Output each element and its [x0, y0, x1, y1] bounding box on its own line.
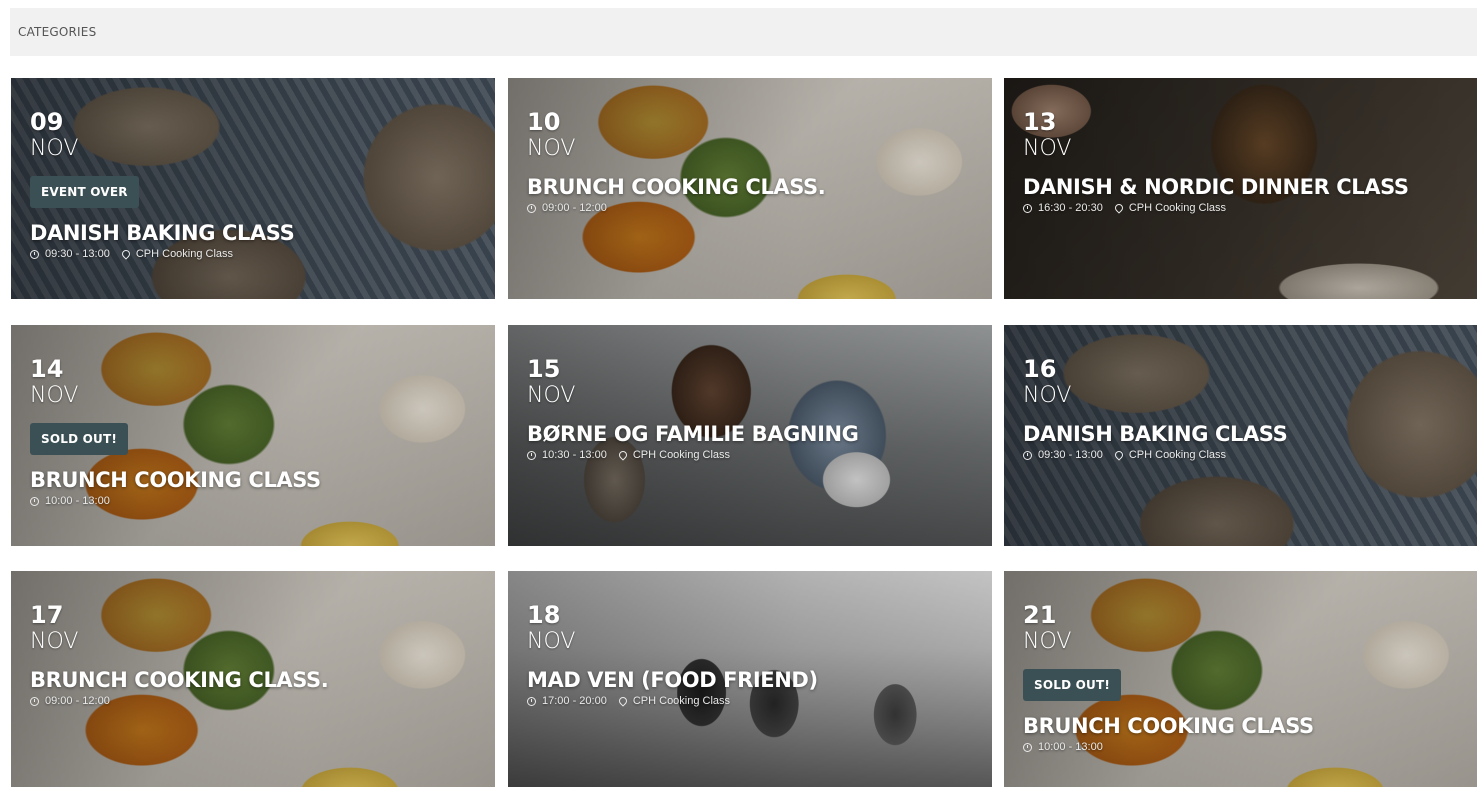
event-info: 14 NOV SOLD OUT! BRUNCH COOKING CLASS 10:00 …	[30, 355, 321, 507]
clock-icon	[527, 203, 536, 213]
location-pin-icon	[617, 449, 629, 461]
event-title[interactable]: BRUNCH COOKING CLASS	[30, 467, 321, 493]
event-month: NOV	[527, 629, 576, 654]
event-day: 18	[527, 601, 561, 629]
categories-label: CATEGORIES	[18, 25, 97, 39]
event-time: 10:30 - 13:00	[542, 449, 607, 461]
event-info: 09 NOV EVENT OVER DANISH BAKING CLASS 09:30 …	[30, 108, 295, 260]
event-day: 15	[527, 355, 561, 383]
event-title[interactable]: BRUNCH COOKING CLASS.	[30, 667, 329, 693]
event-day: 14	[30, 355, 64, 383]
event-info: 21 NOV SOLD OUT! BRUNCH COOKING CLASS 10:00 …	[1023, 601, 1314, 753]
event-time: 09:30 - 13:00	[1038, 449, 1103, 461]
event-title[interactable]: BRUNCH COOKING CLASS	[1023, 713, 1314, 739]
event-day: 09	[30, 108, 64, 136]
event-card[interactable]: 10 NOV BRUNCH COOKING CLASS. 09:00 - 12:00	[508, 78, 992, 299]
event-time: 10:00 - 13:00	[1038, 741, 1103, 753]
event-month: NOV	[1023, 383, 1072, 408]
clock-icon	[527, 696, 536, 706]
event-info: 15 NOV BØRNE OG FAMILIE BAGNING 10:30 - 13:…	[527, 355, 859, 461]
event-time: 16:30 - 20:30	[1038, 202, 1103, 214]
event-month: NOV	[1023, 629, 1072, 654]
event-info: 16 NOV DANISH BAKING CLASS 09:30 - 13:00 CPH…	[1023, 355, 1288, 461]
event-card[interactable]: 13 NOV DANISH & NORDIC DINNER CLASS 16:30 -…	[1004, 78, 1477, 299]
event-title[interactable]: BRUNCH COOKING CLASS.	[527, 174, 826, 200]
event-time: 09:30 - 13:00	[45, 248, 110, 260]
event-title[interactable]: BØRNE OG FAMILIE BAGNING	[527, 421, 859, 447]
clock-icon	[30, 496, 39, 506]
clock-icon	[1023, 203, 1032, 213]
status-badge: SOLD OUT!	[1023, 669, 1122, 701]
status-badge: SOLD OUT!	[30, 423, 129, 455]
event-meta: 17:00 - 20:00 CPH Cooking Class	[527, 695, 818, 707]
event-title[interactable]: DANISH BAKING CLASS	[30, 220, 295, 246]
clock-icon	[30, 249, 39, 259]
event-month: NOV	[527, 383, 576, 408]
event-month: NOV	[30, 383, 79, 408]
event-info: 13 NOV DANISH & NORDIC DINNER CLASS 16:30 -…	[1023, 108, 1409, 214]
event-title[interactable]: DANISH BAKING CLASS	[1023, 421, 1288, 447]
event-day: 17	[30, 601, 64, 629]
event-card[interactable]: 17 NOV BRUNCH COOKING CLASS. 09:00 - 12:00	[11, 571, 495, 787]
event-meta: 10:00 - 13:00	[30, 495, 321, 507]
event-time: 09:00 - 12:00	[45, 695, 110, 707]
status-badge: EVENT OVER	[30, 176, 139, 208]
event-day: 10	[527, 108, 561, 136]
event-day: 13	[1023, 108, 1057, 136]
location-pin-icon	[617, 695, 629, 707]
categories-bar[interactable]: CATEGORIES	[10, 8, 1477, 56]
clock-icon	[30, 696, 39, 706]
event-meta: 10:00 - 13:00	[1023, 741, 1314, 753]
event-card[interactable]: 09 NOV EVENT OVER DANISH BAKING CLASS 09:30 …	[11, 78, 495, 299]
event-month: NOV	[1023, 136, 1072, 161]
event-month: NOV	[527, 136, 576, 161]
clock-icon	[527, 450, 536, 460]
event-title[interactable]: MAD VEN (FOOD FRIEND)	[527, 667, 818, 693]
location-pin-icon	[1113, 449, 1125, 461]
event-info: 17 NOV BRUNCH COOKING CLASS. 09:00 - 12:00	[30, 601, 329, 707]
event-card[interactable]: 18 NOV MAD VEN (FOOD FRIEND) 17:00 - 20:00 C…	[508, 571, 992, 787]
event-location: CPH Cooking Class	[632, 449, 731, 461]
clock-icon	[1023, 742, 1032, 752]
location-pin-icon	[1113, 202, 1125, 214]
event-time: 09:00 - 12:00	[542, 202, 607, 214]
event-day: 21	[1023, 601, 1057, 629]
event-meta: 09:00 - 12:00	[527, 202, 825, 214]
event-time: 10:00 - 13:00	[45, 495, 110, 507]
event-title[interactable]: DANISH & NORDIC DINNER CLASS	[1023, 174, 1409, 200]
location-pin-icon	[120, 248, 132, 260]
event-card[interactable]: 21 NOV SOLD OUT! BRUNCH COOKING CLASS 10:00 …	[1004, 571, 1477, 787]
event-meta: 09:00 - 12:00	[30, 695, 328, 707]
event-card[interactable]: 14 NOV SOLD OUT! BRUNCH COOKING CLASS 10:00 …	[11, 325, 495, 546]
event-time: 17:00 - 20:00	[542, 695, 607, 707]
event-location: CPH Cooking Class	[632, 695, 731, 707]
event-info: 18 NOV MAD VEN (FOOD FRIEND) 17:00 - 20:00 C…	[527, 601, 818, 707]
clock-icon	[1023, 450, 1032, 460]
event-card[interactable]: 15 NOV BØRNE OG FAMILIE BAGNING 10:30 - 13:…	[508, 325, 992, 546]
event-card[interactable]: 16 NOV DANISH BAKING CLASS 09:30 - 13:00 CPH…	[1004, 325, 1477, 546]
event-month: NOV	[30, 629, 79, 654]
event-meta: 09:30 - 13:00 CPH Cooking Class	[1023, 449, 1287, 461]
event-month: NOV	[30, 136, 79, 161]
event-location: CPH Cooking Class	[1128, 202, 1227, 214]
event-location: CPH Cooking Class	[135, 248, 234, 260]
event-day: 16	[1023, 355, 1057, 383]
event-info: 10 NOV BRUNCH COOKING CLASS. 09:00 - 12:00	[527, 108, 826, 214]
event-location: CPH Cooking Class	[1128, 449, 1227, 461]
event-meta: 16:30 - 20:30 CPH Cooking Class	[1023, 202, 1409, 214]
event-meta: 10:30 - 13:00 CPH Cooking Class	[527, 449, 859, 461]
event-meta: 09:30 - 13:00 CPH Cooking Class	[30, 248, 294, 260]
